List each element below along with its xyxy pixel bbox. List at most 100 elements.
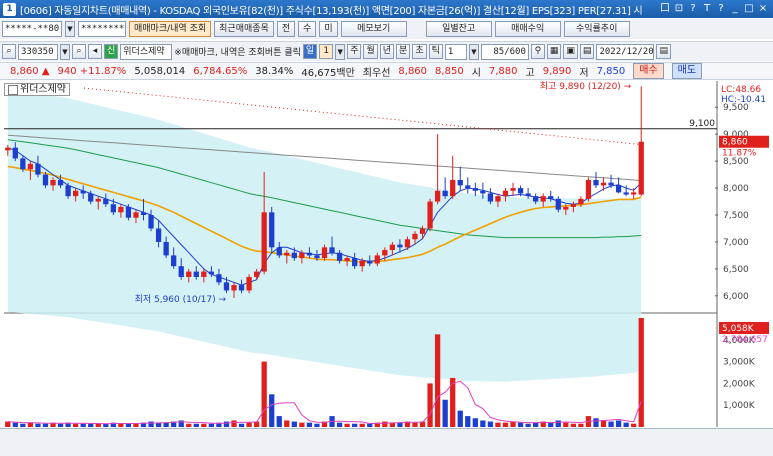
calendar-icon[interactable]: ▤ [579, 44, 595, 59]
candle-body [12, 147, 18, 159]
volume-bar [442, 399, 448, 427]
period-month-button[interactable]: 월 [363, 44, 378, 59]
period-second-button[interactable]: 초 [412, 44, 427, 59]
buy-button[interactable]: 매수 [633, 63, 664, 79]
period-year-button[interactable]: 년 [379, 44, 395, 59]
chevron-down-icon[interactable]: ▼ [65, 21, 75, 37]
candle-body [253, 271, 260, 277]
filter-mi-button[interactable]: 미 [319, 21, 338, 37]
volume-bar [563, 422, 569, 427]
volume-bar [276, 416, 282, 427]
search-icon[interactable]: ⌕ [72, 44, 86, 59]
period-tick-button[interactable]: 틱 [428, 44, 443, 59]
candle-body [352, 258, 358, 267]
maximize-icon[interactable]: □ [743, 2, 755, 16]
candle-body [480, 190, 486, 194]
candle-body [57, 179, 64, 186]
volume-bar [231, 420, 237, 427]
filter-all-button[interactable]: 전 [276, 21, 296, 37]
candle-body [442, 190, 448, 197]
chart-scrollbar-area[interactable] [0, 428, 773, 456]
volume-bar [593, 418, 599, 427]
candle-body [457, 179, 463, 186]
search-icon[interactable]: ⌕ [2, 44, 16, 59]
volume-bar [427, 383, 433, 427]
candle-body [35, 163, 41, 175]
account-field[interactable]: *****-**80 [2, 21, 62, 37]
volume-bar [578, 423, 584, 427]
best-price-label: 최우선 [362, 67, 391, 79]
help-icon[interactable]: ? [687, 2, 699, 16]
volume-bar [570, 423, 576, 427]
period-count-input[interactable]: 1 [319, 44, 334, 59]
stock-chart[interactable]: 9,5009,0008,5008,0007,5007,0006,5006,000… [0, 81, 773, 427]
stock-toolbar: ⌕ 330350 ▼ ⌕ ◂ 신 위더스제약 ※매매마크, 내역은 조회버튼 클… [0, 41, 773, 61]
tick-count-input[interactable]: 1 [444, 43, 467, 60]
bar-count-field[interactable]: 85/600 [480, 43, 529, 60]
period-minute-button[interactable]: 분 [396, 44, 411, 59]
memo-button[interactable]: 메모보기 [340, 21, 407, 37]
filter-su-button[interactable]: 수 [298, 21, 317, 37]
candle-body [608, 182, 614, 186]
candle-body [42, 174, 49, 186]
candle-body [201, 271, 207, 277]
volume-bar [336, 422, 343, 427]
account-toolbar: *****-**80 ▼ ******** 매매마크/내역 조회 최근매매종목 … [0, 19, 773, 39]
prev-icon[interactable]: ◂ [88, 44, 102, 59]
candle-body [510, 188, 516, 191]
volume-bar [367, 423, 373, 427]
volume-bar [186, 423, 192, 427]
low-annotation: 최저 5,960 (10/17) → [135, 294, 227, 305]
candle-body [359, 260, 365, 267]
recent-trades-button[interactable]: 최근매매종목 [214, 21, 274, 37]
yield-trend-button[interactable]: 수익률추이 [563, 21, 630, 37]
grid-icon[interactable]: ▦ [546, 44, 562, 59]
candle-body [186, 271, 192, 277]
minimize-icon[interactable]: _ [729, 2, 741, 16]
question-icon[interactable]: ? [715, 2, 727, 16]
low-label: 저 [579, 67, 589, 79]
save-icon[interactable]: ▣ [563, 44, 578, 59]
sell-button[interactable]: 매도 [671, 63, 703, 79]
candle-body [193, 271, 199, 277]
stock-chart-tab-label: 위더스제약 [20, 84, 66, 95]
volume-bar [314, 423, 320, 427]
password-field[interactable]: ******** [78, 21, 126, 37]
candle-body [623, 192, 629, 195]
checkbox-icon[interactable] [8, 84, 18, 95]
volume-bar [148, 421, 154, 427]
chevron-down-icon[interactable]: ▼ [335, 43, 346, 60]
high-label: 고 [525, 67, 535, 79]
link-icon[interactable]: ⊡ [673, 2, 685, 16]
layout-icon[interactable]: 口 [659, 2, 671, 16]
app-icon: 1 [3, 2, 16, 16]
candle-body [600, 182, 607, 186]
chevron-down-icon[interactable]: ▼ [60, 43, 70, 60]
volume-bar [291, 421, 297, 427]
trade-mark-query-button[interactable]: 매매마크/내역 조회 [129, 21, 212, 37]
daily-balance-button[interactable]: 일별잔고 [425, 21, 492, 37]
font-icon[interactable]: T [701, 2, 713, 16]
candle-body [276, 247, 282, 256]
zoom-icon[interactable]: ⚲ [530, 44, 545, 59]
candle-body [103, 198, 109, 205]
volume-ratio: 38.34% [255, 65, 294, 77]
volume-bar [125, 423, 132, 427]
candle-body [269, 212, 275, 248]
stock-chart-tab[interactable]: 위더스제약 [4, 83, 70, 96]
chevron-down-icon[interactable]: ▼ [468, 43, 479, 60]
volume-bar [261, 361, 267, 427]
stock-code-input[interactable]: 330350 [18, 43, 58, 60]
volume-bar [246, 422, 252, 427]
trade-profit-button[interactable]: 매매수익 [494, 21, 561, 37]
close-icon[interactable]: × [757, 2, 769, 16]
calendar-icon[interactable]: ▤ [656, 44, 671, 59]
date-input[interactable]: 2022/12/20 [596, 43, 655, 60]
period-day-button[interactable]: 일 [302, 44, 318, 59]
candle-body [585, 179, 592, 199]
period-week-button[interactable]: 주 [347, 44, 362, 59]
candle-body [27, 163, 34, 170]
volume-bar [533, 422, 539, 427]
stock-name-field: 위더스제약 [120, 43, 173, 60]
volume-bar [133, 423, 139, 427]
